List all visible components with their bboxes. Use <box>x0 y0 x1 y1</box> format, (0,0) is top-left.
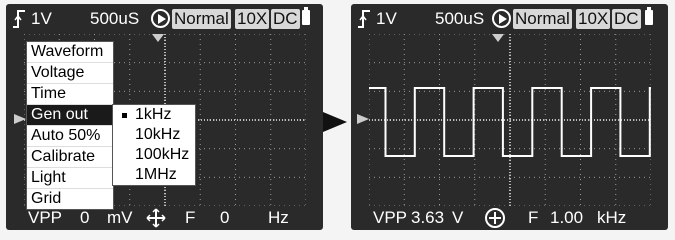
freq-value: 1.00 <box>550 208 584 227</box>
menu-item-voltage[interactable]: Voltage <box>27 63 113 84</box>
freq-value: 0 <box>220 208 230 227</box>
top-status-bar: 1V 500uS Normal 10X DC <box>351 4 668 34</box>
menu-item-waveform[interactable]: Waveform <box>27 42 113 63</box>
vpp-unit: V <box>452 208 464 227</box>
crosshair-circle-icon[interactable] <box>484 207 506 229</box>
bottom-measure-bar: VPP 3.63 V F 1.00 kHz <box>351 206 668 230</box>
square-wave-path <box>369 87 651 157</box>
main-menu: Waveform Voltage Time Gen out Auto 50% C… <box>26 41 114 210</box>
bottom-measure-bar: VPP 0 mV F 0 Hz <box>6 206 323 230</box>
vpp-value: 0 <box>80 208 90 227</box>
menu-item-time[interactable]: Time <box>27 84 113 105</box>
freq-label: F <box>185 208 196 227</box>
gen-freq-option-10khz[interactable]: 10kHz <box>113 125 195 145</box>
volts-per-div[interactable]: 1V <box>31 9 52 29</box>
right-arrow-icon <box>323 112 347 132</box>
probe-factor[interactable]: 10X <box>235 9 270 29</box>
trigger-edge-icon <box>358 10 370 28</box>
channel-offset-marker[interactable] <box>357 114 369 124</box>
waveform-trace <box>369 87 651 157</box>
volts-per-div[interactable]: 1V <box>376 9 397 29</box>
freq-unit: kHz <box>597 208 627 227</box>
coupling-mode[interactable]: DC <box>612 9 641 29</box>
menu-item-light[interactable]: Light <box>27 168 113 189</box>
gen-freq-option-100khz[interactable]: 100kHz <box>113 145 195 165</box>
menu-item-auto-50[interactable]: Auto 50% <box>27 126 113 147</box>
menu-item-gen-out[interactable]: Gen out <box>27 105 113 126</box>
freq-unit: Hz <box>268 208 289 227</box>
channel-offset-marker[interactable] <box>14 114 26 124</box>
oscilloscope-screen-left: 1V 500uS Normal 10X DC Waveform Voltage … <box>6 4 323 230</box>
play-icon[interactable] <box>492 9 511 28</box>
vpp-label: VPP <box>373 208 408 227</box>
time-per-div[interactable]: 500uS <box>435 9 484 29</box>
freq-label: F <box>528 208 539 227</box>
menu-item-calibrate[interactable]: Calibrate <box>27 147 113 168</box>
vpp-value: 3.63 <box>411 208 445 227</box>
top-status-bar: 1V 500uS Normal 10X DC <box>6 4 323 34</box>
trigger-edge-icon <box>13 10 25 28</box>
battery-icon <box>302 7 310 25</box>
gen-freq-option-1khz[interactable]: 1kHz <box>113 105 195 125</box>
trigger-mode[interactable]: Normal <box>172 9 231 29</box>
gen-out-submenu: 1kHz 10kHz 100kHz 1MHz <box>112 104 196 186</box>
oscilloscope-screen-right: 1V 500uS Normal 10X DC VPP 3.63 V F 1.00… <box>351 4 668 230</box>
move-cross-icon[interactable] <box>146 208 166 228</box>
vpp-unit: mV <box>107 208 133 227</box>
battery-icon <box>645 7 653 25</box>
vpp-label: VPP <box>28 208 63 227</box>
coupling-mode[interactable]: DC <box>271 9 300 29</box>
trigger-position-marker[interactable] <box>152 34 164 42</box>
gen-freq-option-1mhz[interactable]: 1MHz <box>113 165 195 185</box>
play-icon[interactable] <box>151 9 170 28</box>
trigger-mode[interactable]: Normal <box>513 9 572 29</box>
time-per-div[interactable]: 500uS <box>90 9 139 29</box>
probe-factor[interactable]: 10X <box>576 9 611 29</box>
